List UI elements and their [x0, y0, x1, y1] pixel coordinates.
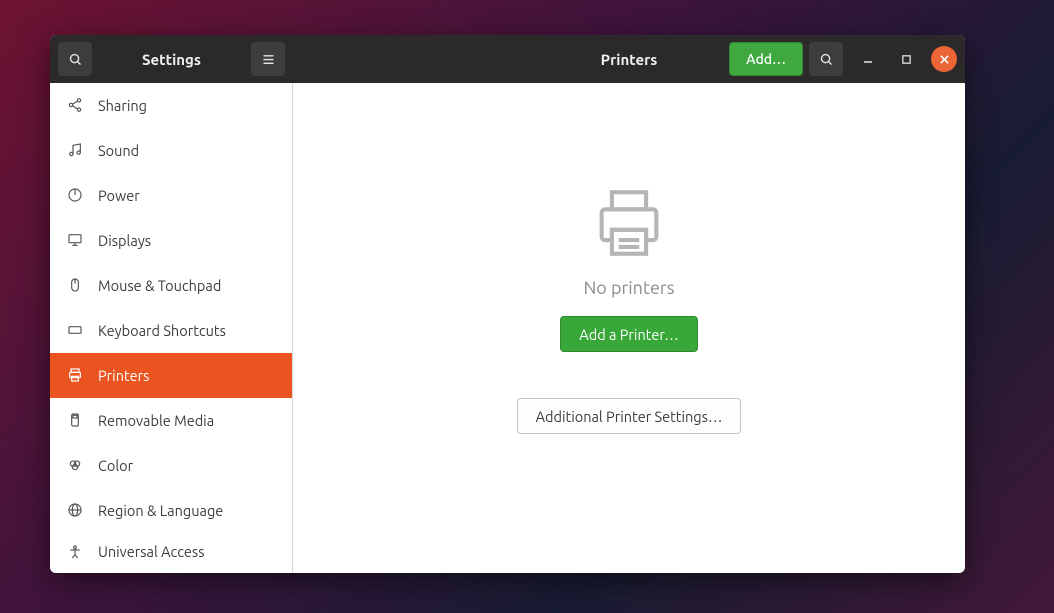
sidebar-item-label: Keyboard Shortcuts: [98, 322, 226, 339]
sidebar-item-printers[interactable]: Printers: [50, 353, 292, 398]
sidebar-item-label: Region & Language: [98, 502, 223, 519]
search-icon: [68, 52, 83, 67]
add-a-printer-button[interactable]: Add a Printer…: [560, 316, 697, 352]
search-icon: [819, 52, 834, 67]
content-pane: No printers Add a Printer… Additional Pr…: [293, 83, 965, 573]
close-button[interactable]: [931, 46, 957, 72]
minimize-button[interactable]: [855, 46, 881, 72]
sidebar-item-label: Displays: [98, 232, 151, 249]
sidebar-item-displays[interactable]: Displays: [50, 218, 292, 263]
sidebar: Sharing Sound Power Displays: [50, 83, 293, 573]
minimize-icon: [862, 53, 874, 65]
add-button[interactable]: Add…: [729, 42, 803, 76]
accessibility-icon: [66, 543, 84, 561]
printer-hero-icon: [588, 182, 670, 264]
settings-title: Settings: [98, 51, 245, 68]
sidebar-item-region-language[interactable]: Region & Language: [50, 488, 292, 533]
search-button[interactable]: [58, 42, 92, 76]
sidebar-item-label: Removable Media: [98, 412, 214, 429]
sidebar-item-label: Universal Access: [98, 543, 205, 560]
page-title: Printers: [601, 51, 658, 68]
sidebar-item-label: Color: [98, 457, 133, 474]
sidebar-item-removable-media[interactable]: Removable Media: [50, 398, 292, 443]
maximize-icon: [901, 54, 912, 65]
sidebar-item-sharing[interactable]: Sharing: [50, 83, 292, 128]
titlebar-actions: Add…: [729, 42, 957, 76]
share-icon: [66, 96, 84, 114]
settings-window: Settings Printers Add…: [50, 35, 965, 573]
sidebar-item-keyboard[interactable]: Keyboard Shortcuts: [50, 308, 292, 353]
keyboard-icon: [66, 321, 84, 339]
search-printers-button[interactable]: [809, 42, 843, 76]
window-body: Sharing Sound Power Displays: [50, 83, 965, 573]
sidebar-item-label: Sound: [98, 142, 139, 159]
mouse-icon: [66, 276, 84, 294]
sidebar-item-mouse[interactable]: Mouse & Touchpad: [50, 263, 292, 308]
no-printers-text: No printers: [583, 278, 674, 298]
sidebar-item-label: Printers: [98, 367, 149, 384]
media-icon: [66, 411, 84, 429]
printer-icon: [66, 366, 84, 384]
empty-state: No printers: [583, 182, 674, 298]
sidebar-item-label: Power: [98, 187, 140, 204]
sidebar-item-label: Mouse & Touchpad: [98, 277, 221, 294]
hamburger-icon: [261, 52, 276, 67]
power-icon: [66, 186, 84, 204]
sidebar-item-power[interactable]: Power: [50, 173, 292, 218]
music-icon: [66, 141, 84, 159]
color-icon: [66, 456, 84, 474]
maximize-button[interactable]: [893, 46, 919, 72]
additional-printer-settings-button[interactable]: Additional Printer Settings…: [517, 398, 742, 434]
close-icon: [939, 54, 950, 65]
globe-icon: [66, 501, 84, 519]
titlebar-left: Settings: [50, 42, 293, 76]
titlebar: Settings Printers Add…: [50, 35, 965, 83]
titlebar-right: Printers Add…: [293, 51, 965, 68]
sidebar-item-label: Sharing: [98, 97, 147, 114]
sidebar-item-universal-access[interactable]: Universal Access: [50, 533, 292, 561]
sidebar-item-color[interactable]: Color: [50, 443, 292, 488]
sidebar-item-sound[interactable]: Sound: [50, 128, 292, 173]
display-icon: [66, 231, 84, 249]
hamburger-menu-button[interactable]: [251, 42, 285, 76]
